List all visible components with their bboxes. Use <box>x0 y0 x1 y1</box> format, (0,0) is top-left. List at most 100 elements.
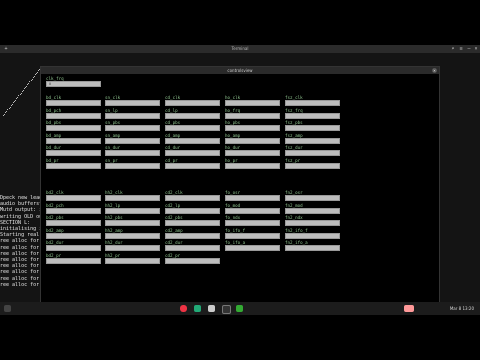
control-value-field[interactable] <box>225 232 280 239</box>
control-slider[interactable]: clk_frq 0 <box>46 76 101 87</box>
control-slider[interactable]: cd_pbs <box>165 120 220 131</box>
control-value-field[interactable] <box>165 162 220 169</box>
control-slider[interactable]: ho_clk <box>225 95 280 106</box>
control-slider[interactable]: bd2_dur <box>46 240 101 251</box>
search-icon[interactable]: ⌕ <box>450 46 456 52</box>
control-value-field[interactable] <box>105 257 160 264</box>
control-value-field[interactable] <box>225 220 280 226</box>
control-value-field[interactable] <box>285 150 340 156</box>
close-icon[interactable]: × <box>473 46 479 52</box>
control-slider[interactable]: cd2_pr <box>165 253 220 264</box>
minimize-icon[interactable]: – <box>466 46 472 52</box>
control-slider[interactable]: hh2_lp <box>105 203 160 214</box>
control-value-field[interactable] <box>105 112 160 119</box>
control-slider[interactable]: fn2_ifo_f <box>285 228 340 239</box>
control-slider[interactable]: cd_lp <box>165 108 220 119</box>
control-value-field[interactable] <box>165 150 220 156</box>
control-slider[interactable]: cd_amp <box>165 133 220 144</box>
control-slider[interactable]: bd2_clk <box>46 190 101 201</box>
control-value-field[interactable] <box>225 245 280 251</box>
control-value-field[interactable] <box>165 100 220 106</box>
control-slider[interactable]: bd_clk <box>46 95 101 106</box>
control-value-field[interactable] <box>225 125 280 131</box>
control-slider[interactable]: fn2_mod <box>285 203 340 214</box>
control-slider[interactable]: bd_pch <box>46 108 101 119</box>
control-value-field[interactable] <box>105 220 160 226</box>
control-value-field[interactable] <box>225 150 280 156</box>
control-value-field[interactable] <box>285 207 340 214</box>
control-slider[interactable]: sn_lp <box>105 108 160 119</box>
control-value-field[interactable] <box>105 195 160 201</box>
control-slider[interactable]: fsz_clk <box>285 95 340 106</box>
control-value-field[interactable] <box>285 220 340 226</box>
control-slider[interactable]: fsz_pbs <box>285 120 340 131</box>
control-value-field[interactable] <box>225 100 280 106</box>
control-slider[interactable]: bd_pbs <box>46 120 101 131</box>
control-slider[interactable]: cd2_dur <box>165 240 220 251</box>
control-value-field[interactable] <box>165 232 220 239</box>
control-value-field[interactable] <box>46 100 101 106</box>
control-slider[interactable]: fo_ndx <box>225 215 280 226</box>
control-slider[interactable]: ho_dur <box>225 145 280 156</box>
control-slider[interactable]: cd_pr <box>165 158 220 169</box>
app-icon[interactable] <box>236 305 243 312</box>
control-value-field[interactable] <box>105 100 160 106</box>
control-slider[interactable]: fsz_pr <box>285 158 340 169</box>
close-icon[interactable]: × <box>432 68 437 73</box>
browser-icon[interactable] <box>180 305 187 312</box>
control-value-field[interactable] <box>165 137 220 144</box>
control-value-field[interactable] <box>225 137 280 144</box>
control-value-field[interactable] <box>225 162 280 169</box>
control-value-field[interactable] <box>285 232 340 239</box>
control-slider[interactable]: fn2_ifo_a <box>285 240 340 251</box>
control-slider[interactable]: ho_amp <box>225 133 280 144</box>
terminal-icon[interactable] <box>222 305 231 314</box>
control-slider[interactable]: fsz_dur <box>285 145 340 156</box>
control-slider[interactable]: sn_dur <box>105 145 160 156</box>
control-slider[interactable]: sn_pbs <box>105 120 160 131</box>
control-slider[interactable]: sn_pr <box>105 158 160 169</box>
control-value-field[interactable] <box>285 162 340 169</box>
control-slider[interactable]: bd2_pch <box>46 203 101 214</box>
control-slider[interactable]: fo_ifo_a <box>225 240 280 251</box>
control-value-field[interactable] <box>165 257 220 264</box>
control-value-field[interactable] <box>285 245 340 251</box>
control-slider[interactable]: sn_clk <box>105 95 160 106</box>
menu-icon[interactable]: ≡ <box>458 46 464 52</box>
avatar[interactable] <box>404 305 414 312</box>
control-slider[interactable]: cd2_pbs <box>165 215 220 226</box>
control-slider[interactable]: ho_frq <box>225 108 280 119</box>
settings-icon[interactable] <box>208 305 215 312</box>
control-value-field[interactable] <box>165 220 220 226</box>
control-value-field[interactable] <box>105 245 160 251</box>
control-slider[interactable]: cd_clk <box>165 95 220 106</box>
control-slider[interactable]: fo_osr <box>225 190 280 201</box>
control-value-field[interactable] <box>105 232 160 239</box>
control-value-field[interactable] <box>285 195 340 201</box>
control-slider[interactable]: fo_ifo_f <box>225 228 280 239</box>
control-slider[interactable]: hh2_amp <box>105 228 160 239</box>
control-slider[interactable]: hh2_pbs <box>105 215 160 226</box>
control-value-field[interactable] <box>46 207 101 214</box>
control-value-field[interactable] <box>46 195 101 201</box>
control-value-field[interactable] <box>165 112 220 119</box>
control-value-field[interactable] <box>46 245 101 251</box>
control-slider[interactable]: bd2_pbs <box>46 215 101 226</box>
control-value-field[interactable] <box>225 207 280 214</box>
control-slider[interactable]: bd_amp <box>46 133 101 144</box>
control-slider[interactable]: fn2_osr <box>285 190 340 201</box>
control-slider[interactable]: bd2_amp <box>46 228 101 239</box>
control-slider[interactable]: bd2_pr <box>46 253 101 264</box>
control-slider[interactable]: hh2_dur <box>105 240 160 251</box>
control-slider[interactable]: cd2_lp <box>165 203 220 214</box>
control-value-field[interactable] <box>165 245 220 251</box>
control-value-field[interactable] <box>46 220 101 226</box>
files-icon[interactable] <box>194 305 201 312</box>
control-slider[interactable]: fn2_ndx <box>285 215 340 226</box>
control-value-field[interactable] <box>225 195 280 201</box>
control-slider[interactable]: fsz_amp <box>285 133 340 144</box>
control-slider[interactable]: bd_dur <box>46 145 101 156</box>
control-slider[interactable]: cd_dur <box>165 145 220 156</box>
control-value-field[interactable] <box>46 162 101 169</box>
control-value-field[interactable] <box>46 125 101 131</box>
